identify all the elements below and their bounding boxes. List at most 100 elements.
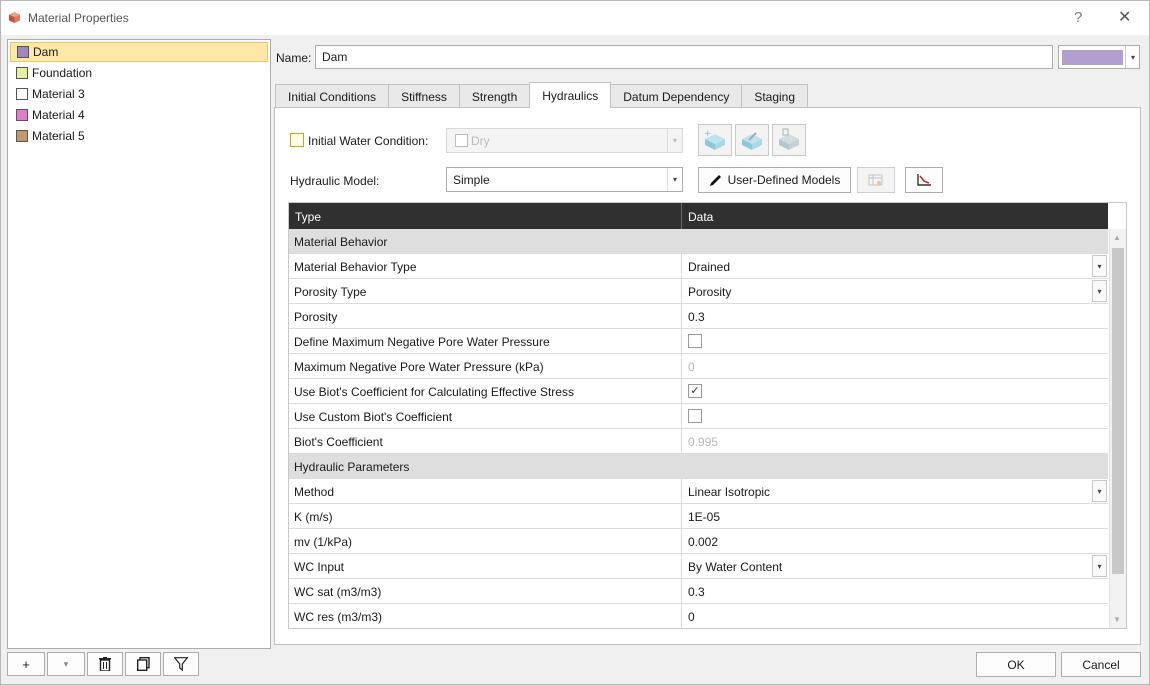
delete-water-condition-button[interactable] [772, 124, 806, 156]
property-label: WC sat (m3/m3) [289, 579, 682, 603]
hydraulic-model-value: Simple [453, 173, 490, 187]
user-defined-models-button[interactable]: User-Defined Models [698, 167, 851, 193]
table-row: Porosity 0.3 [289, 304, 1108, 329]
property-checkbox-cell: ✓ [682, 379, 1108, 403]
property-checkbox[interactable] [688, 409, 702, 423]
property-checkbox[interactable] [688, 334, 702, 348]
material-list-item[interactable]: Material 3 [10, 84, 268, 104]
material-name: Dam [33, 45, 59, 59]
ok-button[interactable]: OK [976, 652, 1056, 677]
material-name: Material 5 [32, 129, 85, 143]
chevron-down-icon[interactable]: ▾ [1092, 555, 1107, 577]
add-water-condition-button[interactable]: + [698, 124, 732, 156]
property-checkbox-cell [682, 329, 1108, 353]
chevron-down-icon[interactable]: ▾ [1125, 46, 1140, 68]
property-label: Porosity Type [289, 279, 682, 303]
property-value-input[interactable]: 0.3 [682, 579, 1108, 603]
material-list-item[interactable]: Foundation [10, 63, 268, 83]
property-checkbox-checked[interactable]: ✓ [688, 384, 702, 398]
property-label: Porosity [289, 304, 682, 328]
trash-icon [99, 657, 111, 671]
material-properties-window: Material Properties ? ✕ Dam Foundation M… [0, 0, 1150, 685]
tab-stiffness[interactable]: Stiffness [388, 84, 460, 108]
delete-material-button[interactable] [87, 652, 123, 676]
dry-checkbox-icon [455, 134, 468, 147]
table-row: Method Linear Isotropic ▾ [289, 479, 1108, 504]
name-input[interactable]: Dam [315, 45, 1053, 69]
filter-button[interactable] [163, 652, 199, 676]
initial-water-condition-value: Dry [471, 134, 490, 148]
cancel-button[interactable]: Cancel [1061, 652, 1141, 677]
table-row: Porosity Type Porosity ▾ [289, 279, 1108, 304]
tab-hydraulics[interactable]: Hydraulics [529, 82, 612, 108]
property-label: Define Maximum Negative Pore Water Press… [289, 329, 682, 353]
add-material-button[interactable]: + [7, 652, 45, 676]
grid-section-row: Hydraulic Parameters [289, 454, 1108, 479]
model-table-button[interactable] [857, 167, 895, 193]
property-dropdown[interactable]: Linear Isotropic ▾ [682, 479, 1108, 503]
tab-initial-conditions[interactable]: Initial Conditions [275, 84, 390, 108]
hydraulic-model-select[interactable]: Simple ▾ [446, 167, 683, 192]
property-dropdown[interactable]: Drained ▾ [682, 254, 1108, 278]
chevron-down-icon: ▾ [667, 168, 682, 191]
name-label: Name: [276, 51, 312, 65]
table-row: Maximum Negative Pore Water Pressure (kP… [289, 354, 1108, 379]
column-header-data: Data [688, 210, 714, 224]
plus-icon: + [22, 656, 30, 672]
property-label: Use Custom Biot's Coefficient [289, 404, 682, 428]
material-color-picker[interactable]: ▾ [1058, 45, 1140, 69]
grid-section-row: Material Behavior [289, 229, 1108, 254]
scrollbar-thumb[interactable] [1112, 248, 1124, 574]
window-title: Material Properties [28, 11, 129, 25]
section-label: Hydraulic Parameters [294, 460, 410, 474]
initial-water-condition-checkbox[interactable] [290, 133, 304, 147]
initial-water-condition-label: Initial Water Condition: [308, 134, 429, 148]
close-icon[interactable]: ✕ [1118, 7, 1131, 27]
material-color-preview [1062, 50, 1123, 65]
chevron-down-icon[interactable]: ▾ [1092, 480, 1107, 502]
material-list-item[interactable]: Material 4 [10, 105, 268, 125]
title-bar: Material Properties ? ✕ [1, 1, 1149, 35]
svg-text:+: + [704, 129, 712, 139]
property-value-input[interactable]: 0.3 [682, 304, 1108, 328]
property-value-input[interactable]: 0.002 [682, 529, 1108, 553]
table-row: Define Maximum Negative Pore Water Press… [289, 329, 1108, 354]
property-dropdown[interactable]: Porosity ▾ [682, 279, 1108, 303]
material-name: Foundation [32, 66, 93, 80]
property-value-input[interactable]: 0 [682, 604, 1108, 628]
material-list-item[interactable]: Material 5 [10, 126, 268, 146]
copy-material-button[interactable] [125, 652, 161, 676]
property-value-input[interactable]: 1E-05 [682, 504, 1108, 528]
property-value: Drained [688, 260, 731, 274]
chevron-down-icon[interactable]: ▾ [1092, 280, 1107, 302]
property-label: Biot's Coefficient [289, 429, 682, 453]
property-value-input-disabled: 0 [688, 360, 695, 374]
add-layer-icon: + [704, 129, 725, 150]
material-list-item[interactable]: Dam [10, 42, 268, 62]
add-options-dropdown-button[interactable]: ▾ [47, 652, 85, 676]
table-row: Use Custom Biot's Coefficient [289, 404, 1108, 429]
scroll-down-icon[interactable]: ▼ [1113, 615, 1121, 624]
table-row: WC res (m3/m3) 0 [289, 604, 1108, 628]
delete-layer-icon [779, 128, 799, 150]
tab-strength[interactable]: Strength [458, 84, 531, 108]
material-name: Material 4 [32, 108, 85, 122]
tab-staging[interactable]: Staging [741, 84, 809, 108]
help-icon[interactable]: ? [1074, 9, 1082, 26]
user-defined-models-label: User-Defined Models [727, 173, 841, 187]
edit-water-condition-button[interactable] [735, 124, 769, 156]
material-color-swatch [17, 46, 29, 58]
chevron-down-icon[interactable]: ▾ [1092, 255, 1107, 277]
material-name: Material 3 [32, 87, 85, 101]
scroll-up-icon[interactable]: ▲ [1113, 233, 1121, 242]
plot-button[interactable] [905, 167, 943, 193]
property-dropdown[interactable]: By Water Content ▾ [682, 554, 1108, 578]
initial-water-condition-select[interactable]: Dry ▾ [446, 128, 683, 153]
tab-datum-dependency[interactable]: Datum Dependency [610, 84, 743, 108]
material-color-swatch [16, 109, 28, 121]
table-row: WC Input By Water Content ▾ [289, 554, 1108, 579]
material-list[interactable]: Dam Foundation Material 3 Material 4 Mat… [7, 39, 271, 649]
property-label: Material Behavior Type [289, 254, 682, 278]
grid-vertical-scrollbar[interactable]: ▲ ▼ [1109, 229, 1126, 628]
grid-header: Type Data [289, 203, 1108, 229]
